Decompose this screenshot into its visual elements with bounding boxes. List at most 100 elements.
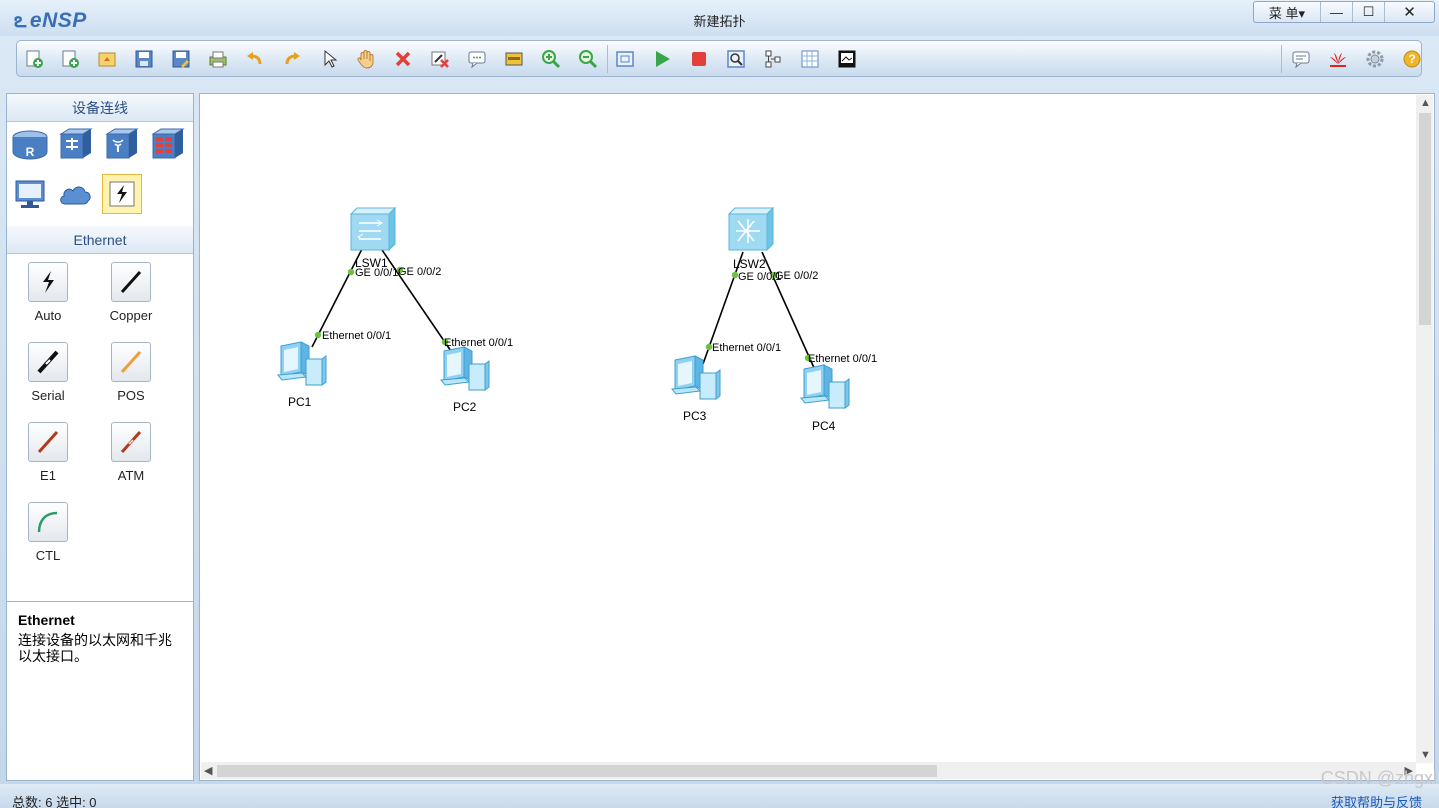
cable-label: Serial	[31, 388, 65, 403]
scroll-left-arrow-icon[interactable]: ◀	[204, 764, 212, 777]
cable-list: Auto Copper Serial POS E1 ATM CTL	[7, 254, 193, 600]
topology-icon[interactable]	[836, 48, 858, 70]
device-category-grid: R	[7, 122, 193, 226]
port-label: Ethernet 0/0/1	[808, 353, 877, 365]
e1-cable-icon	[28, 422, 68, 462]
port-dot	[347, 268, 355, 276]
cable-item-auto[interactable]: Auto	[18, 262, 78, 323]
title-bar: ఽ eNSP 新建拓扑 菜 单▾ — ☐ ✕	[0, 0, 1439, 36]
cable-item-copper[interactable]: Copper	[101, 262, 161, 323]
description-text: 连接设备的以太网和千兆以太接口。	[18, 632, 172, 664]
minimize-button[interactable]: —	[1320, 2, 1352, 22]
show-interfaces-icon[interactable]	[762, 48, 784, 70]
cable-label: Copper	[109, 308, 153, 323]
cable-label: ATM	[117, 468, 145, 483]
help-feedback-link[interactable]: 获取帮助与反馈	[1331, 792, 1422, 808]
undo-icon[interactable]	[244, 48, 266, 70]
port-label: Ethernet 0/0/1	[322, 330, 391, 342]
cable-section-header: Ethernet	[7, 226, 193, 254]
port-label: GE 0/0/2	[398, 266, 441, 278]
vertical-scrollbar[interactable]: ▲ ▼	[1416, 95, 1433, 763]
new-blank-topology-icon[interactable]	[59, 48, 81, 70]
save-icon[interactable]	[133, 48, 155, 70]
delete-icon[interactable]	[392, 48, 414, 70]
print-icon[interactable]	[207, 48, 229, 70]
router-icon[interactable]: R	[10, 124, 50, 164]
window-controls: 菜 单▾ — ☐ ✕	[1253, 1, 1435, 23]
save-as-icon[interactable]	[170, 48, 192, 70]
open-icon[interactable]	[96, 48, 118, 70]
close-button[interactable]: ✕	[1384, 2, 1434, 22]
stop-device-icon[interactable]	[688, 48, 710, 70]
redo-icon[interactable]	[281, 48, 303, 70]
toolbar-separator	[607, 45, 608, 73]
ctl-cable-icon	[28, 502, 68, 542]
port-label: GE 0/0/1	[355, 267, 398, 279]
pc3-icon	[671, 355, 721, 400]
cable-icon[interactable]	[102, 174, 142, 214]
cable-item-e1[interactable]: E1	[18, 422, 78, 483]
vertical-scroll-thumb[interactable]	[1419, 113, 1431, 325]
cable-label: POS	[117, 388, 145, 403]
cable-label: Auto	[34, 308, 62, 323]
rectangle-icon[interactable]	[503, 48, 525, 70]
wireless-icon[interactable]	[102, 124, 142, 164]
maximize-button[interactable]: ☐	[1352, 2, 1384, 22]
cable-item-atm[interactable]: ATM	[101, 422, 161, 483]
capture-data-icon[interactable]	[725, 48, 747, 70]
cable-label: CTL	[35, 548, 61, 563]
pc4-icon	[800, 364, 850, 409]
scroll-up-arrow-icon[interactable]: ▲	[1420, 97, 1431, 109]
description-title: Ethernet	[18, 612, 75, 628]
topology-drawing: LSW1 LSW2 PC1 PC2 PC3 PC4 GE 0/0/1 GE 0/…	[277, 207, 877, 433]
zoom-out-icon[interactable]	[577, 48, 599, 70]
delete-link-icon[interactable]	[429, 48, 451, 70]
pc-icon[interactable]	[10, 174, 50, 214]
cable-item-ctl[interactable]: CTL	[18, 502, 78, 563]
copper-cable-icon	[111, 262, 151, 302]
scroll-down-arrow-icon[interactable]: ▼	[1420, 749, 1431, 761]
ensp-window: ఽ eNSP 新建拓扑 菜 单▾ — ☐ ✕ ? 设备连线 R Ethernet…	[0, 0, 1439, 808]
help-icon[interactable]: ?	[1401, 48, 1423, 70]
fit-view-icon[interactable]	[614, 48, 636, 70]
node-label-pc2: PC2	[453, 400, 477, 414]
zoom-in-icon[interactable]	[540, 48, 562, 70]
svg-text:R: R	[26, 145, 35, 159]
node-label-pc3: PC3	[683, 409, 707, 423]
horizontal-scroll-thumb[interactable]	[217, 765, 937, 777]
port-label: Ethernet 0/0/1	[444, 337, 513, 349]
cable-item-pos[interactable]: POS	[101, 342, 161, 403]
menu-button[interactable]: 菜 单▾	[1254, 2, 1320, 22]
hand-icon[interactable]	[355, 48, 377, 70]
settings-icon[interactable]	[1364, 48, 1386, 70]
palette-icon[interactable]	[799, 48, 821, 70]
devices-header: 设备连线	[7, 94, 193, 122]
chat-icon[interactable]	[1290, 48, 1312, 70]
watermark: CSDN @zhgxl	[1320, 768, 1437, 788]
status-counts: 总数: 6 选中: 0	[12, 795, 97, 808]
cable-item-serial[interactable]: Serial	[18, 342, 78, 403]
new-topology-icon[interactable]	[23, 48, 45, 70]
horizontal-scrollbar[interactable]: ◀ ▶	[201, 762, 1416, 779]
switch-icon[interactable]	[56, 124, 96, 164]
serial-cable-icon	[28, 342, 68, 382]
pos-cable-icon	[111, 342, 151, 382]
auto-cable-icon	[28, 262, 68, 302]
switch-lsw2-icon	[728, 207, 774, 251]
port-label: Ethernet 0/0/1	[712, 342, 781, 354]
switch-lsw1-icon	[350, 207, 396, 251]
start-device-icon[interactable]	[651, 48, 673, 70]
text-comment-icon[interactable]	[466, 48, 488, 70]
topology-canvas[interactable]: LSW1 LSW2 PC1 PC2 PC3 PC4 GE 0/0/1 GE 0/…	[199, 93, 1435, 781]
node-label-pc1: PC1	[288, 395, 312, 409]
firewall-icon[interactable]	[148, 124, 188, 164]
status-bar: 总数: 6 选中: 0 获取帮助与反馈	[0, 784, 1439, 808]
select-icon[interactable]	[318, 48, 340, 70]
cloud-icon[interactable]	[56, 174, 96, 214]
pc2-icon	[440, 346, 490, 391]
atm-cable-icon	[111, 422, 151, 462]
port-label: GE 0/0/2	[775, 270, 818, 282]
huawei-icon[interactable]	[1327, 48, 1349, 70]
left-panel: 设备连线 R Ethernet Auto Copper Serial POS E…	[6, 93, 194, 781]
cable-label: E1	[40, 468, 56, 483]
